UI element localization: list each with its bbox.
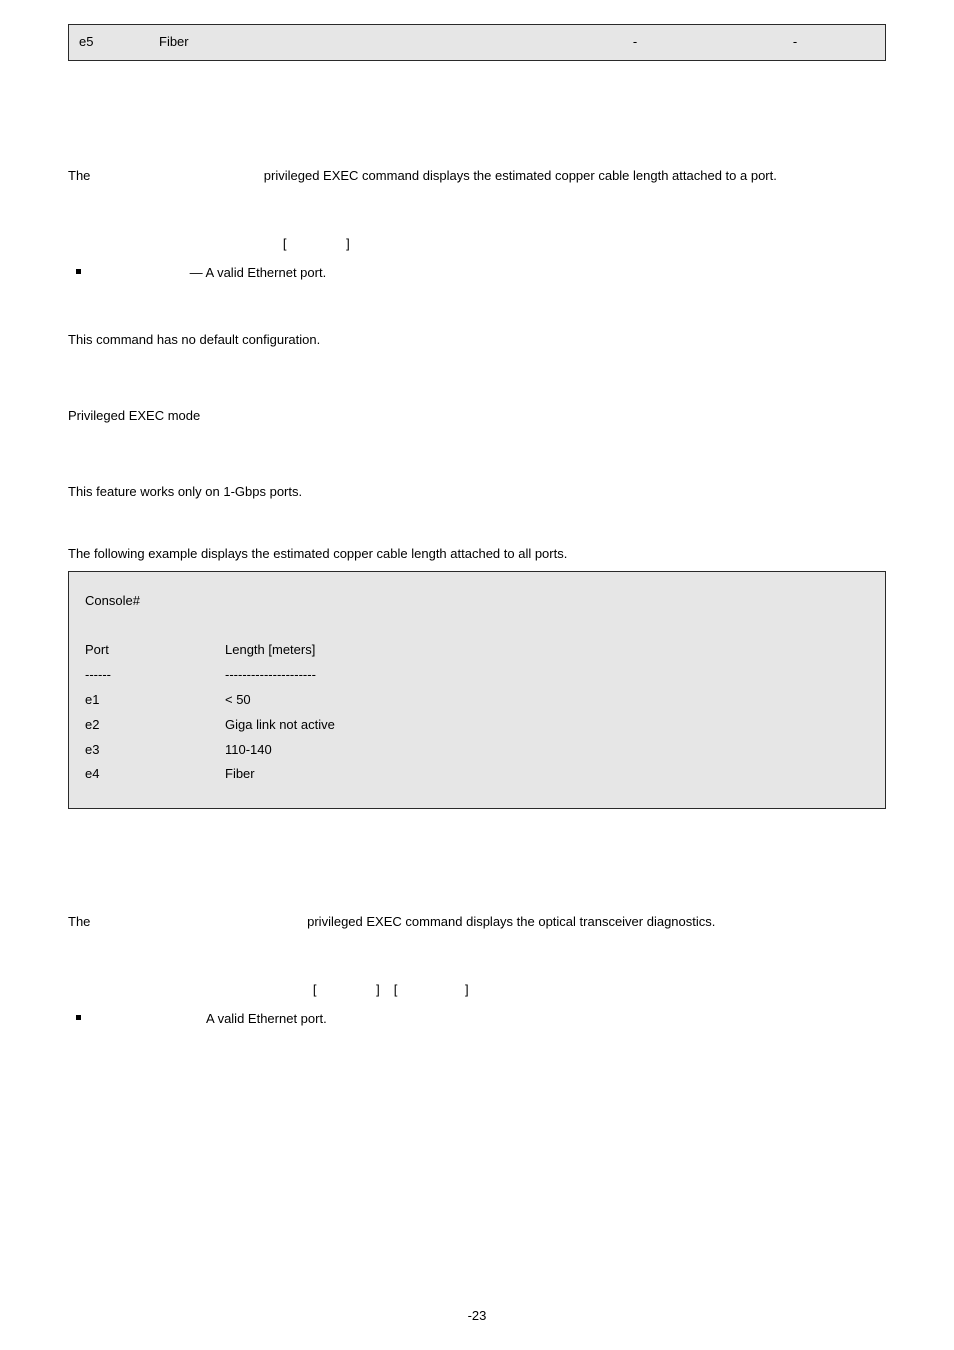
cell-port: e4 <box>85 765 225 784</box>
param-desc: A valid Ethernet port. <box>206 1011 327 1026</box>
cell-col3: - <box>555 33 715 52</box>
bracket-open: [ <box>280 235 290 254</box>
text: privileged EXEC command displays the est… <box>260 168 777 183</box>
text: privileged EXEC command displays the opt… <box>304 914 716 929</box>
divider: ------ <box>85 666 225 685</box>
text: The <box>68 168 94 183</box>
bracket-open: [ <box>310 981 320 1000</box>
bracket-close: ] <box>462 981 472 1000</box>
divider: --------------------- <box>225 666 869 685</box>
cmd2-description: The privileged EXEC command displays the… <box>68 909 886 935</box>
cell-port: e1 <box>85 691 225 710</box>
cell-value: Fiber <box>225 765 869 784</box>
col-header-length: Length [meters] <box>225 641 869 660</box>
col-header-port: Port <box>85 641 225 660</box>
bracket-open: [ <box>391 981 401 1000</box>
list-item: — A valid Ethernet port. <box>76 264 886 283</box>
page-number: -23 <box>0 1307 954 1326</box>
cmd1-description: The privileged EXEC command displays the… <box>68 163 886 189</box>
cmd-name-placeholder <box>94 914 304 929</box>
cell-port: e2 <box>85 716 225 735</box>
cmd1-params: — A valid Ethernet port. <box>76 264 886 283</box>
cmd1-syntax: [ ] <box>68 235 886 254</box>
cmd2-syntax: [ ] [ ] <box>68 981 886 1000</box>
table-row: e2 Giga link not active <box>85 716 869 735</box>
cell-port: e3 <box>85 741 225 760</box>
bracket-close: ] <box>343 235 353 254</box>
example-output: Console# Port Length [meters] ------ ---… <box>68 571 886 809</box>
default-config: This command has no default configuratio… <box>68 327 886 353</box>
cmd-name-placeholder <box>94 168 260 183</box>
cell-type: Fiber <box>159 33 555 52</box>
bracket-close: ] <box>373 981 383 1000</box>
console-prompt: Console# <box>85 592 225 611</box>
table-row: e4 Fiber <box>85 765 869 784</box>
cell-value: < 50 <box>225 691 869 710</box>
cmd2-params: A valid Ethernet port. <box>76 1010 886 1029</box>
user-guideline: This feature works only on 1-Gbps ports. <box>68 479 886 505</box>
table-row: e3 110-140 <box>85 741 869 760</box>
example-intro: The following example displays the estim… <box>68 545 886 564</box>
table-row: e1 < 50 <box>85 691 869 710</box>
param-desc: — A valid Ethernet port. <box>186 265 326 280</box>
cell-value: 110-140 <box>225 741 869 760</box>
cell-value: Giga link not active <box>225 716 869 735</box>
cell-port: e5 <box>79 33 159 52</box>
text: The <box>68 914 94 929</box>
command-mode: Privileged EXEC mode <box>68 403 886 429</box>
list-item: A valid Ethernet port. <box>76 1010 886 1029</box>
table-row-fragment: e5 Fiber - - <box>68 24 886 61</box>
cell-col4: - <box>715 33 875 52</box>
